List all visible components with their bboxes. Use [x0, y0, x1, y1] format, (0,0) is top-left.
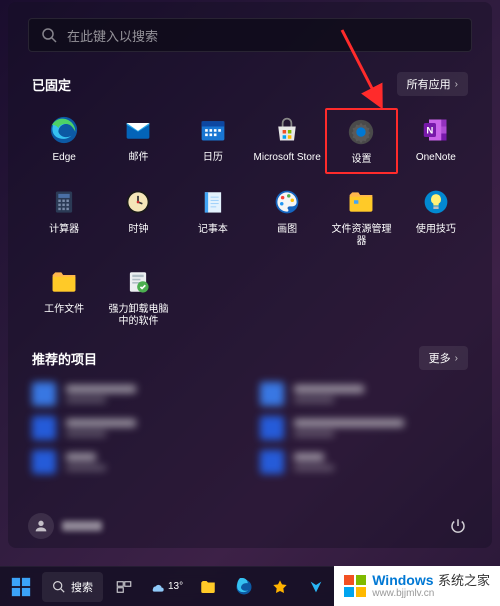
- clock-icon: [122, 186, 154, 218]
- pinned-grid: Edge 邮件 日历 Microsoft Store 设置: [28, 108, 472, 334]
- more-button[interactable]: 更多 ›: [419, 346, 468, 370]
- uninstall-icon: [122, 266, 154, 298]
- recommended-item[interactable]: [32, 450, 240, 474]
- search-icon: [52, 580, 65, 593]
- recommended-title: 推荐的项目: [32, 349, 97, 368]
- windows-logo-icon: [344, 575, 366, 597]
- recommended-item[interactable]: [260, 382, 468, 406]
- store-icon: [271, 114, 303, 146]
- power-icon: [449, 517, 467, 535]
- all-apps-button[interactable]: 所有应用 ›: [397, 72, 468, 96]
- app-tile-work-folder[interactable]: 工作文件: [28, 260, 100, 334]
- folder-icon: [199, 578, 217, 596]
- recommended-section: 推荐的项目 更多 ›: [28, 346, 472, 474]
- edge-icon: [235, 578, 253, 596]
- user-account-button[interactable]: [28, 513, 102, 539]
- folder-icon: [345, 186, 377, 218]
- recommended-header: 推荐的项目 更多 ›: [32, 346, 468, 370]
- search-input[interactable]: 在此键入以搜索: [28, 18, 472, 52]
- svg-text:N: N: [426, 126, 433, 137]
- search-icon: [41, 27, 57, 43]
- onenote-icon: N: [420, 114, 452, 146]
- notepad-icon: [197, 186, 229, 218]
- tips-icon: [420, 186, 452, 218]
- start-menu-footer: [8, 504, 492, 548]
- pinned-header: 已固定 所有应用 ›: [32, 72, 468, 96]
- task-view-button[interactable]: [109, 572, 139, 602]
- task-view-icon: [115, 578, 133, 596]
- folder-icon: [48, 266, 80, 298]
- taskbar-app[interactable]: [301, 572, 331, 602]
- recommended-item[interactable]: [260, 416, 468, 440]
- calendar-icon: [197, 114, 229, 146]
- app-tile-edge[interactable]: Edge: [28, 108, 100, 174]
- taskbar: 搜索 13° Windows 系统之家 www.bjjmlv.cn: [0, 566, 500, 606]
- edge-icon: [48, 114, 80, 146]
- power-button[interactable]: [444, 512, 472, 540]
- paint-icon: [271, 186, 303, 218]
- calculator-icon: [48, 186, 80, 218]
- app-icon: [308, 579, 324, 595]
- chevron-right-icon: ›: [455, 79, 458, 90]
- app-tile-mail[interactable]: 邮件: [102, 108, 174, 174]
- app-tile-onenote[interactable]: N OneNote: [400, 108, 472, 174]
- recommended-item[interactable]: [260, 450, 468, 474]
- user-name-label: [62, 521, 102, 531]
- app-tile-paint[interactable]: 画图: [251, 180, 323, 254]
- user-avatar-icon: [28, 513, 54, 539]
- recommended-item[interactable]: [32, 382, 240, 406]
- app-tile-settings[interactable]: 设置: [325, 108, 397, 174]
- pinned-title: 已固定: [32, 75, 71, 94]
- weather-widget[interactable]: 13°: [145, 572, 187, 602]
- taskbar-app-explorer[interactable]: [193, 572, 223, 602]
- app-tile-clock[interactable]: 时钟: [102, 180, 174, 254]
- start-button[interactable]: [6, 572, 36, 602]
- taskbar-app[interactable]: [265, 572, 295, 602]
- watermark: Windows 系统之家 www.bjjmlv.cn: [334, 566, 500, 606]
- recommended-item[interactable]: [32, 416, 240, 440]
- app-tile-uninstall[interactable]: 强力卸载电脑中的软件: [102, 260, 174, 334]
- taskbar-search[interactable]: 搜索: [42, 572, 103, 602]
- recommended-grid: [32, 382, 468, 474]
- app-tile-calculator[interactable]: 计算器: [28, 180, 100, 254]
- app-tile-tips[interactable]: 使用技巧: [400, 180, 472, 254]
- taskbar-app-edge[interactable]: [229, 572, 259, 602]
- app-tile-notepad[interactable]: 记事本: [177, 180, 249, 254]
- app-tile-calendar[interactable]: 日历: [177, 108, 249, 174]
- windows-icon: [10, 576, 32, 598]
- app-icon: [272, 579, 288, 595]
- app-tile-store[interactable]: Microsoft Store: [251, 108, 323, 174]
- mail-icon: [122, 114, 154, 146]
- settings-icon: [345, 116, 377, 148]
- start-menu: 在此键入以搜索 已固定 所有应用 › Edge 邮件 日历: [8, 2, 492, 548]
- app-tile-explorer[interactable]: 文件资源管理器: [325, 180, 397, 254]
- weather-icon: [149, 579, 165, 595]
- chevron-right-icon: ›: [455, 353, 458, 364]
- search-placeholder: 在此键入以搜索: [67, 26, 158, 45]
